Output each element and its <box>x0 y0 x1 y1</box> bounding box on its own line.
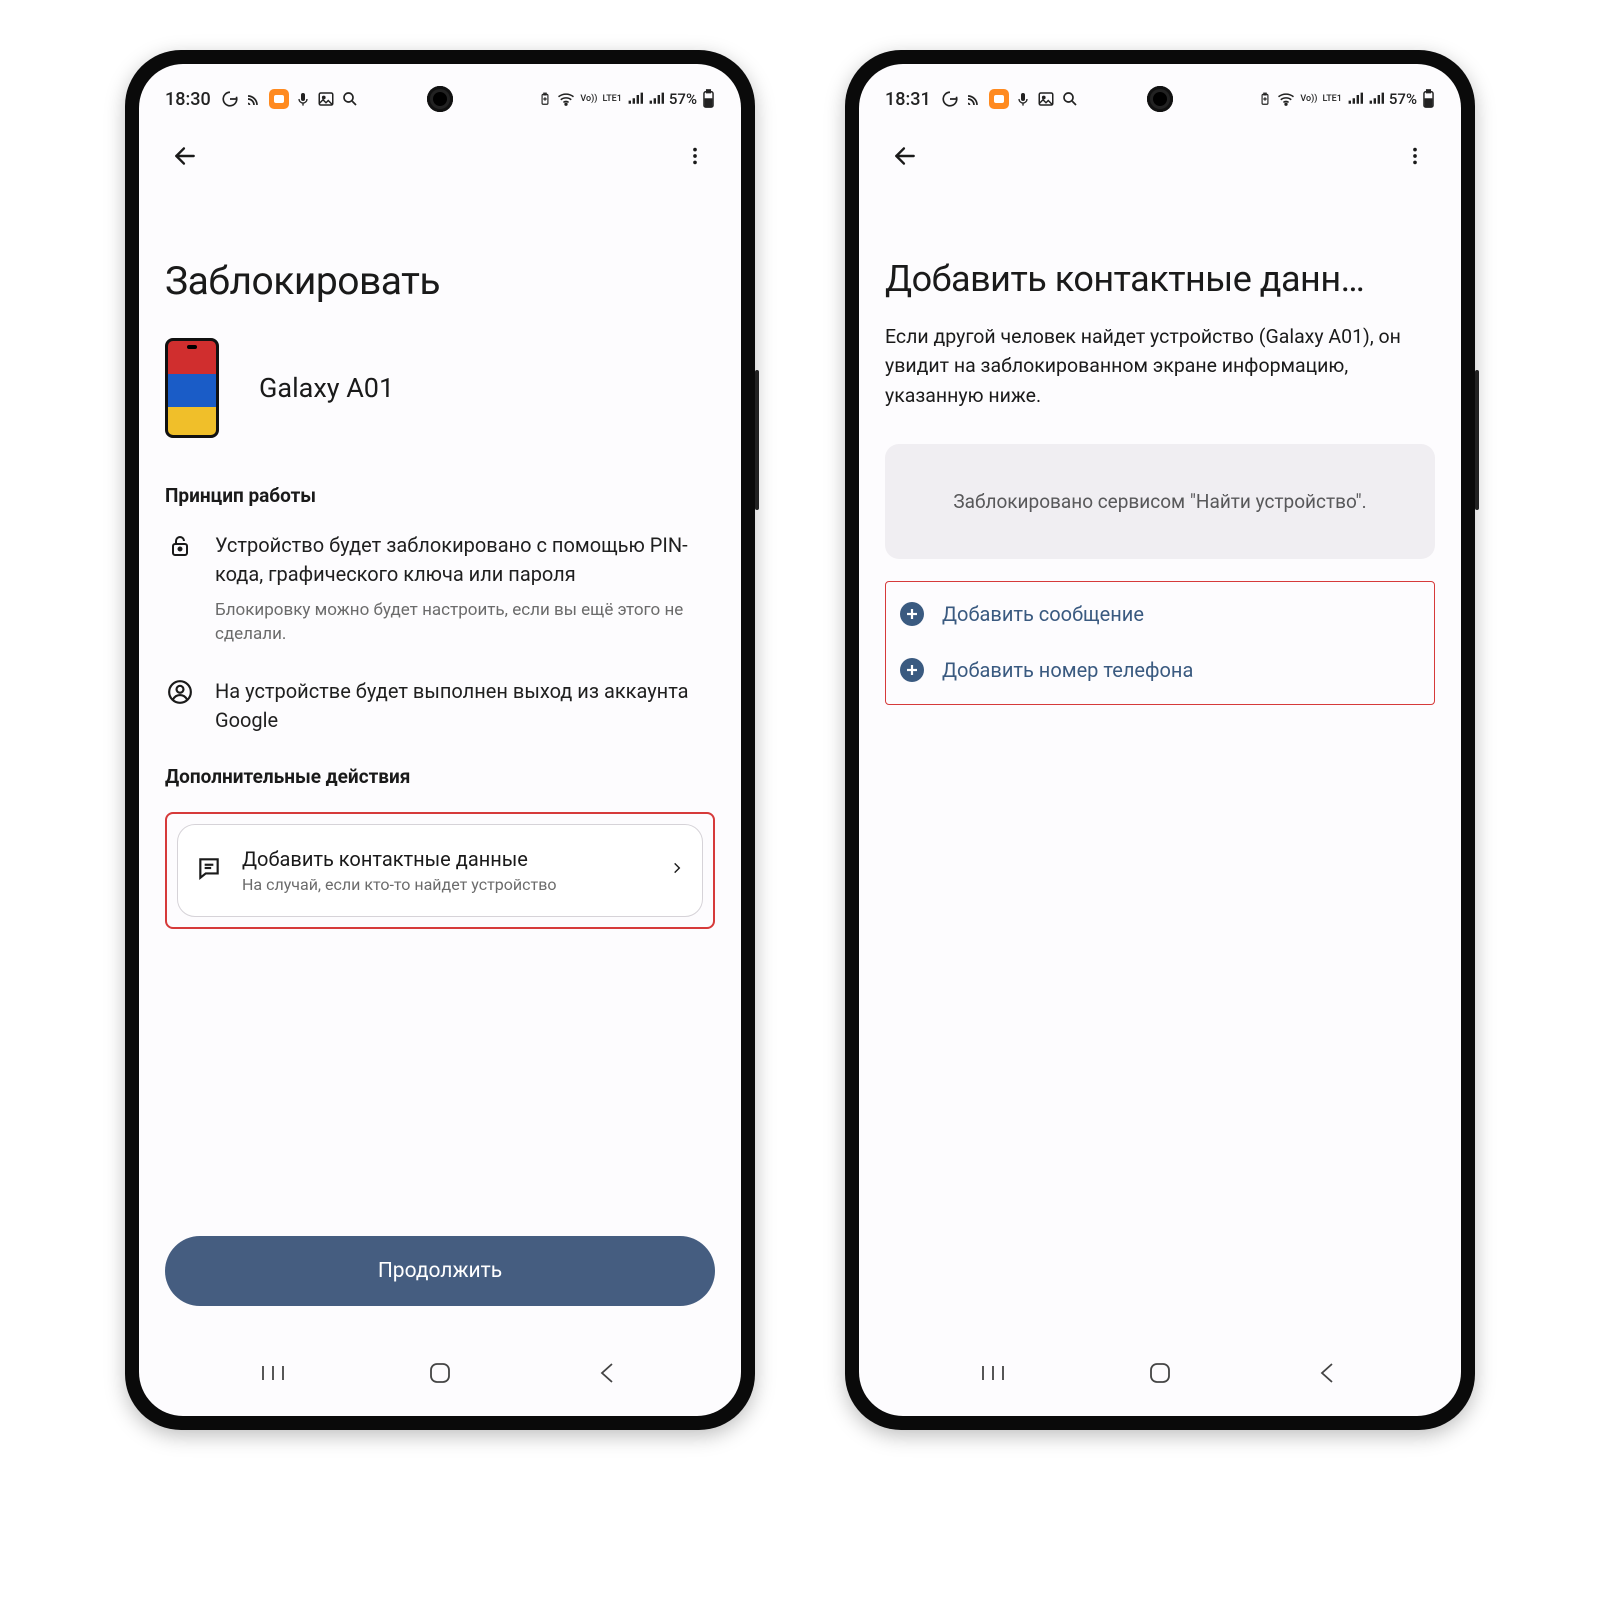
overflow-menu-button[interactable] <box>1393 134 1437 178</box>
signal2-icon <box>1368 92 1384 106</box>
device-image <box>165 338 219 438</box>
app-bar <box>859 120 1461 192</box>
search-icon <box>341 90 359 108</box>
nav-bar <box>139 1340 741 1416</box>
info-lock-text: Устройство будет заблокировано с помощью… <box>215 531 715 589</box>
back-button[interactable] <box>883 134 927 178</box>
description: Если другой человек найдет устройство (G… <box>885 322 1435 410</box>
continue-button[interactable]: Продолжить <box>165 1236 715 1306</box>
card-title: Добавить контактные данные <box>242 847 556 871</box>
phone-right: 18:31 Vo)) LTE1 57% <box>845 50 1475 1430</box>
gallery-icon <box>1037 90 1055 108</box>
volte-label: Vo)) <box>580 95 597 104</box>
mic-icon <box>1015 90 1031 108</box>
device-row: Galaxy A01 <box>165 338 715 438</box>
notification-app-icon <box>989 89 1009 109</box>
add-contact-card[interactable]: Добавить контактные данные На случай, ес… <box>177 824 703 917</box>
info-lock: Устройство будет заблокировано с помощью… <box>165 531 715 647</box>
page-title: Заблокировать <box>165 258 715 304</box>
search-icon <box>1061 90 1079 108</box>
highlight-box: Добавить контактные данные На случай, ес… <box>165 812 715 929</box>
nav-recents[interactable] <box>970 1350 1016 1396</box>
battery-saver-icon <box>538 90 552 108</box>
message-icon <box>196 855 222 885</box>
plus-icon <box>900 602 924 626</box>
app-bar <box>139 120 741 192</box>
battery-icon <box>702 89 715 109</box>
back-button[interactable] <box>163 134 207 178</box>
volte-label: Vo)) <box>1300 95 1317 104</box>
lock-icon <box>165 531 195 647</box>
battery-pct: 57% <box>1389 90 1417 108</box>
status-time: 18:31 <box>885 89 931 110</box>
content: Заблокировать Galaxy A01 Принцип работы … <box>139 192 741 1416</box>
cast-icon <box>245 90 263 108</box>
front-camera <box>427 86 453 112</box>
card-sub: На случай, если кто-то найдет устройство <box>242 875 556 894</box>
add-phone-label: Добавить номер телефона <box>942 658 1193 682</box>
nav-home[interactable] <box>1137 1350 1183 1396</box>
wifi-icon <box>1277 92 1295 106</box>
info-lock-sub: Блокировку можно будет настроить, если в… <box>215 599 715 647</box>
lock-preview-panel: Заблокировано сервисом "Найти устройство… <box>885 444 1435 559</box>
signal1-icon <box>627 92 643 106</box>
nav-bar <box>859 1340 1461 1416</box>
add-message-label: Добавить сообщение <box>942 602 1144 626</box>
screen: 18:31 Vo)) LTE1 57% <box>859 64 1461 1416</box>
screen: 18:30 Vo)) LTE1 57% <box>139 64 741 1416</box>
continue-label: Продолжить <box>378 1259 502 1283</box>
battery-icon <box>1422 89 1435 109</box>
info-signout-text: На устройстве будет выполнен выход из ак… <box>215 677 715 735</box>
lock-preview-text: Заблокировано сервисом "Найти устройство… <box>953 490 1366 513</box>
google-icon <box>941 90 959 108</box>
device-name: Galaxy A01 <box>259 372 394 404</box>
nav-back[interactable] <box>1304 1350 1350 1396</box>
battery-pct: 57% <box>669 90 697 108</box>
status-time: 18:30 <box>165 89 211 110</box>
add-phone-button[interactable]: Добавить номер телефона <box>894 642 1426 698</box>
nav-home[interactable] <box>417 1350 463 1396</box>
lte-label: LTE1 <box>1322 95 1341 104</box>
overflow-menu-button[interactable] <box>673 134 717 178</box>
section-principle: Принцип работы <box>165 484 715 507</box>
section-extra: Дополнительные действия <box>165 765 715 788</box>
signal1-icon <box>1347 92 1363 106</box>
info-signout: На устройстве будет выполнен выход из ак… <box>165 677 715 735</box>
gallery-icon <box>317 90 335 108</box>
content: Добавить контактные данн… Если другой че… <box>859 192 1461 1416</box>
nav-recents[interactable] <box>250 1350 296 1396</box>
signal2-icon <box>648 92 664 106</box>
google-icon <box>221 90 239 108</box>
battery-saver-icon <box>1258 90 1272 108</box>
front-camera <box>1147 86 1173 112</box>
cast-icon <box>965 90 983 108</box>
wifi-icon <box>557 92 575 106</box>
page-title: Добавить контактные данн… <box>885 258 1435 300</box>
notification-app-icon <box>269 89 289 109</box>
chevron-right-icon <box>670 857 684 883</box>
account-icon <box>165 677 195 735</box>
lte-label: LTE1 <box>602 95 621 104</box>
nav-back[interactable] <box>584 1350 630 1396</box>
add-message-button[interactable]: Добавить сообщение <box>894 586 1426 642</box>
plus-icon <box>900 658 924 682</box>
mic-icon <box>295 90 311 108</box>
highlight-box: Добавить сообщение Добавить номер телефо… <box>885 581 1435 705</box>
phone-left: 18:30 Vo)) LTE1 57% <box>125 50 755 1430</box>
